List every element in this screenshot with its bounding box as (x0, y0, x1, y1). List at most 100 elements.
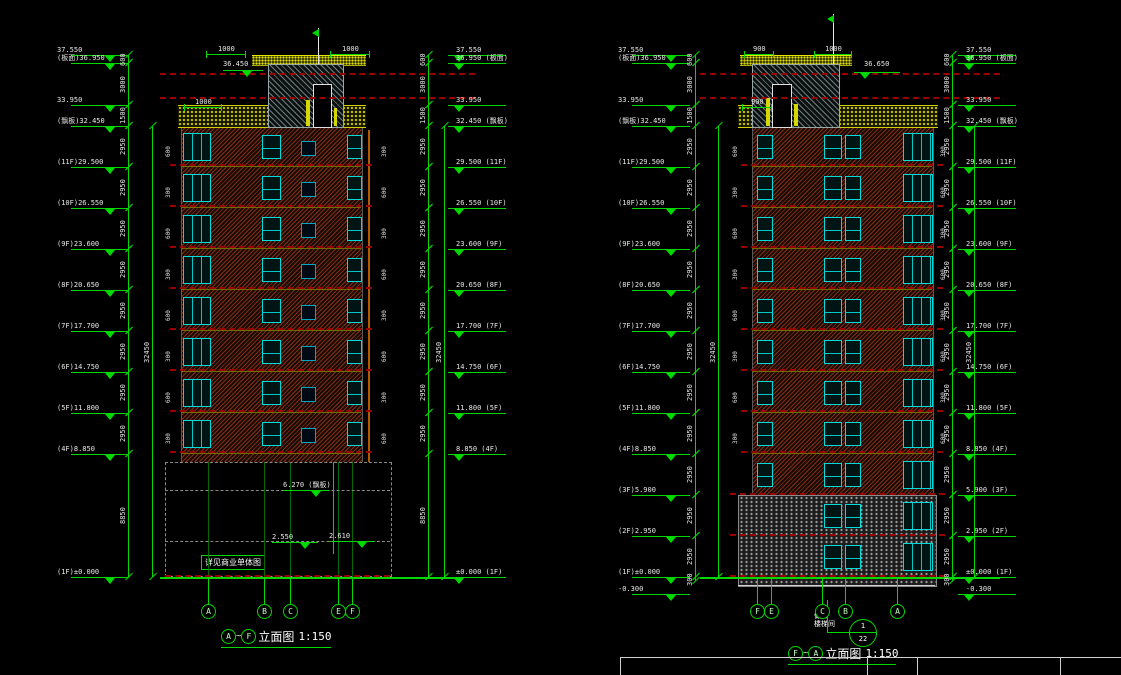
door-trim (306, 100, 310, 126)
drain-pipe (368, 130, 370, 462)
level-label: (8F)20.650 (618, 281, 660, 289)
level-label: ±0.000 (1F) (966, 568, 1012, 576)
facade-level-triangle (242, 71, 252, 77)
level-line (632, 208, 690, 209)
sill-dim-label: 300 (941, 228, 948, 239)
level-triangle (666, 455, 676, 461)
dim-tick (949, 163, 957, 171)
dim-chain-line (718, 126, 719, 577)
sill-dim-label: 600 (382, 187, 389, 198)
level-line (632, 105, 690, 106)
window (845, 176, 861, 200)
floor-slab-line (752, 166, 932, 167)
grid-bubble-leader (338, 579, 339, 604)
level-label: (飘板)32.450 (57, 117, 105, 125)
sill-dim-label: 600 (166, 146, 173, 157)
dim-label: 2950 (419, 343, 427, 360)
dim-chain-line (128, 208, 129, 249)
level-line (632, 126, 690, 127)
window (347, 299, 362, 323)
dim-label: 2950 (686, 384, 694, 401)
dim-tick (692, 532, 700, 540)
dim-line (184, 107, 222, 108)
dim-chain-line (695, 167, 696, 208)
level-label: 37.550 (57, 46, 82, 54)
window (301, 428, 316, 443)
dim-label: 2950 (943, 548, 951, 565)
window (183, 297, 211, 325)
door-trim (766, 98, 770, 126)
dim-chain-line (128, 126, 129, 167)
window (262, 258, 281, 282)
floor-slab-line (181, 453, 361, 454)
level-triangle (454, 127, 464, 133)
dim-tick (425, 204, 433, 212)
dim-tick (692, 409, 700, 417)
dim-label: 2950 (419, 220, 427, 237)
dim-tick (692, 450, 700, 458)
dim-chain-line (128, 372, 129, 413)
window (347, 381, 362, 405)
level-triangle (964, 537, 974, 543)
dim-tick (425, 286, 433, 294)
dim-label: 1000 (825, 45, 842, 53)
level-triangle (105, 250, 115, 256)
window (824, 135, 842, 159)
grid-bubble: F (345, 604, 360, 619)
level-label: (11F)29.500 (618, 158, 664, 166)
dim-label: 2950 (943, 507, 951, 524)
level-label: (7F)17.700 (618, 322, 660, 330)
window (301, 387, 316, 402)
cad-canvas[interactable]: A~F立面图1:150 F~A立面图1:150 详见商业单体图 做法 楼梯间 1… (0, 0, 1121, 675)
dim-chain-line (952, 495, 953, 536)
dim-label: 2950 (119, 425, 127, 442)
dim-tick (149, 573, 157, 581)
level-label: 5.900 (3F) (966, 486, 1008, 494)
level-label: 8.850 (4F) (456, 445, 498, 453)
dim-line (814, 54, 852, 55)
dim-chain-line (428, 290, 429, 331)
sill-dim-label: 300 (166, 351, 173, 362)
window (903, 133, 933, 161)
level-triangle (964, 106, 974, 112)
level-triangle (666, 537, 676, 543)
dim-tick (692, 204, 700, 212)
dim-label: 900 (751, 98, 764, 106)
dim-chain-line (695, 495, 696, 536)
sill-dim-label: 300 (733, 351, 740, 362)
dim-tick (949, 532, 957, 540)
dim-label: 32450 (435, 342, 443, 363)
window (903, 379, 933, 407)
level-triangle (454, 291, 464, 297)
dim-chain-line (695, 454, 696, 495)
dim-tick (245, 51, 246, 58)
callout-leader-h (827, 632, 850, 633)
callout-line2: 楼梯间 (814, 620, 835, 628)
sill-dim-label: 600 (733, 146, 740, 157)
podium-dash-line (165, 490, 390, 491)
level-triangle (454, 64, 464, 70)
window (757, 299, 773, 323)
level-triangle (105, 291, 115, 297)
grid-bubble: A (890, 604, 905, 619)
level-label: 20.650 (8F) (966, 281, 1012, 289)
level-label: 37.550 (966, 46, 991, 54)
level-label: 33.950 (456, 96, 481, 104)
dim-line (742, 107, 772, 108)
level-label: (板面)36.950 (618, 54, 666, 62)
window (262, 176, 281, 200)
window (183, 420, 211, 448)
window (262, 299, 281, 323)
level-line (632, 495, 690, 496)
title-scale: 1:150 (865, 647, 898, 660)
window (347, 422, 362, 446)
window (824, 463, 842, 487)
podium-level-line (272, 542, 318, 543)
window (824, 258, 842, 282)
level-label: (8F)20.650 (57, 281, 99, 289)
window (347, 176, 362, 200)
window (262, 422, 281, 446)
window (757, 135, 773, 159)
level-triangle (105, 332, 115, 338)
level-line (632, 63, 690, 64)
